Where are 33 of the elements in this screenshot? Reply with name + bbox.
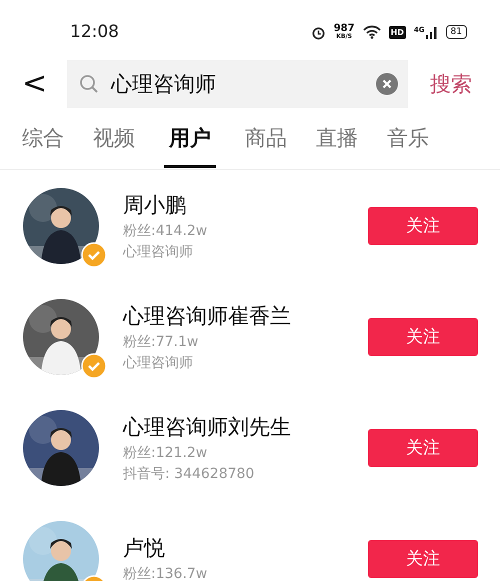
follower-count: 粉丝:136.7w [123, 565, 208, 581]
tab[interactable]: 用户 [164, 120, 216, 168]
user-info: 心理咨询师 [123, 354, 194, 372]
user-name: 周小鹏 [123, 192, 187, 218]
search-field[interactable]: 心理咨询师 [67, 60, 408, 108]
follower-count: 粉丝:121.2w [123, 444, 208, 462]
hd-badge: HD [388, 26, 406, 38]
search-button[interactable]: 搜索 [430, 70, 472, 98]
follower-count: 粉丝:77.1w [123, 332, 200, 350]
tab[interactable]: 视频 [93, 120, 135, 168]
tab[interactable]: 综合 [22, 120, 64, 168]
tab[interactable]: 直播 [316, 120, 358, 168]
user-name: 卢悦 [123, 535, 166, 562]
status-time: 12:08 [70, 22, 119, 42]
tab[interactable]: 音乐 [387, 120, 429, 168]
signal-icon [426, 26, 438, 38]
search-icon [79, 74, 99, 94]
alarm-icon [310, 24, 326, 40]
user-info: 心理咨询师 [123, 242, 194, 260]
follow-button[interactable]: 关注 [368, 206, 478, 244]
user-name: 心理咨询师崔香兰 [123, 302, 292, 330]
follow-button[interactable]: 关注 [368, 318, 478, 356]
follow-button[interactable]: 关注 [368, 540, 478, 578]
user-name: 心理咨询师刘先生 [123, 414, 292, 440]
clear-icon[interactable] [376, 73, 398, 95]
follower-count: 粉丝:414.2w [123, 222, 208, 240]
tab[interactable]: 商品 [245, 120, 287, 168]
battery-indicator: 81 [446, 25, 467, 39]
back-button[interactable]: < [22, 69, 67, 99]
user-info: 抖音号: 344628780 [123, 464, 256, 482]
follow-button[interactable]: 关注 [368, 428, 478, 466]
wifi-icon [362, 25, 381, 39]
network-speed: 987 [334, 24, 355, 34]
